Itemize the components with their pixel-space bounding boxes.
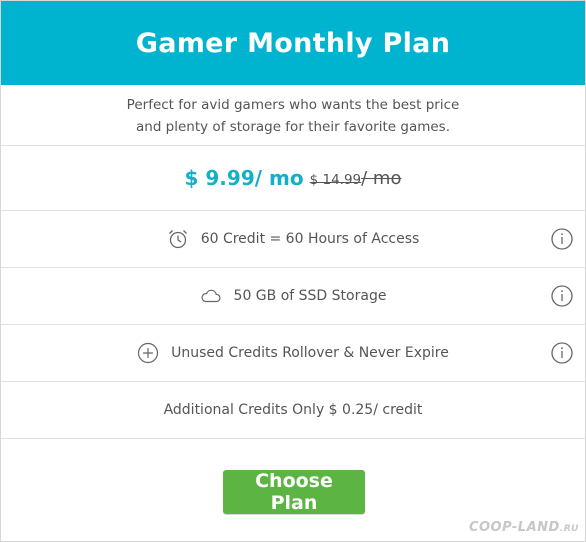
feature-label-credits: 60 Credit = 60 Hours of Access: [200, 231, 420, 247]
feature-row-credits: 60 Credit = 60 Hours of Access: [1, 211, 585, 268]
info-icon[interactable]: [551, 342, 573, 364]
plan-card: Gamer Monthly Plan Perfect for avid game…: [0, 0, 586, 542]
alarm-clock-icon: [167, 228, 189, 250]
feature-row-storage: 50 GB of SSD Storage: [1, 268, 585, 325]
price-old: $ 14.99/ mo: [310, 168, 402, 189]
price-row: $ 9.99/ mo $ 14.99/ mo: [1, 146, 585, 211]
plus-circle-icon: [137, 342, 159, 364]
feature-label-storage: 50 GB of SSD Storage: [233, 288, 387, 304]
watermark-text: COOP-LAND: [468, 520, 560, 535]
info-icon[interactable]: [551, 285, 573, 307]
watermark-suffix: .RU: [559, 524, 579, 534]
description-line-2: and plenty of storage for their favorite…: [135, 118, 450, 135]
info-icon[interactable]: [551, 228, 573, 250]
feature-row-rollover: Unused Credits Rollover & Never Expire: [1, 325, 585, 382]
feature-row-additional-credits: Additional Credits Only $ 0.25/ credit: [1, 382, 585, 439]
plan-description: Perfect for avid gamers who wants the be…: [1, 86, 585, 146]
plan-header: Gamer Monthly Plan: [1, 1, 585, 85]
price-old-amount: $ 14.99: [309, 171, 362, 188]
price-old-suffix: / mo: [361, 167, 402, 189]
watermark-logo: COOP-LAND.RU: [469, 520, 579, 535]
price-current: $ 9.99/ mo: [184, 166, 304, 190]
choose-plan-button[interactable]: Choose Plan: [223, 470, 365, 514]
feature-label-additional-credits: Additional Credits Only $ 0.25/ credit: [163, 402, 423, 418]
cloud-icon: [200, 288, 222, 304]
feature-label-rollover: Unused Credits Rollover & Never Expire: [171, 345, 449, 361]
description-line-1: Perfect for avid gamers who wants the be…: [126, 96, 460, 113]
plan-title: Gamer Monthly Plan: [135, 27, 451, 59]
